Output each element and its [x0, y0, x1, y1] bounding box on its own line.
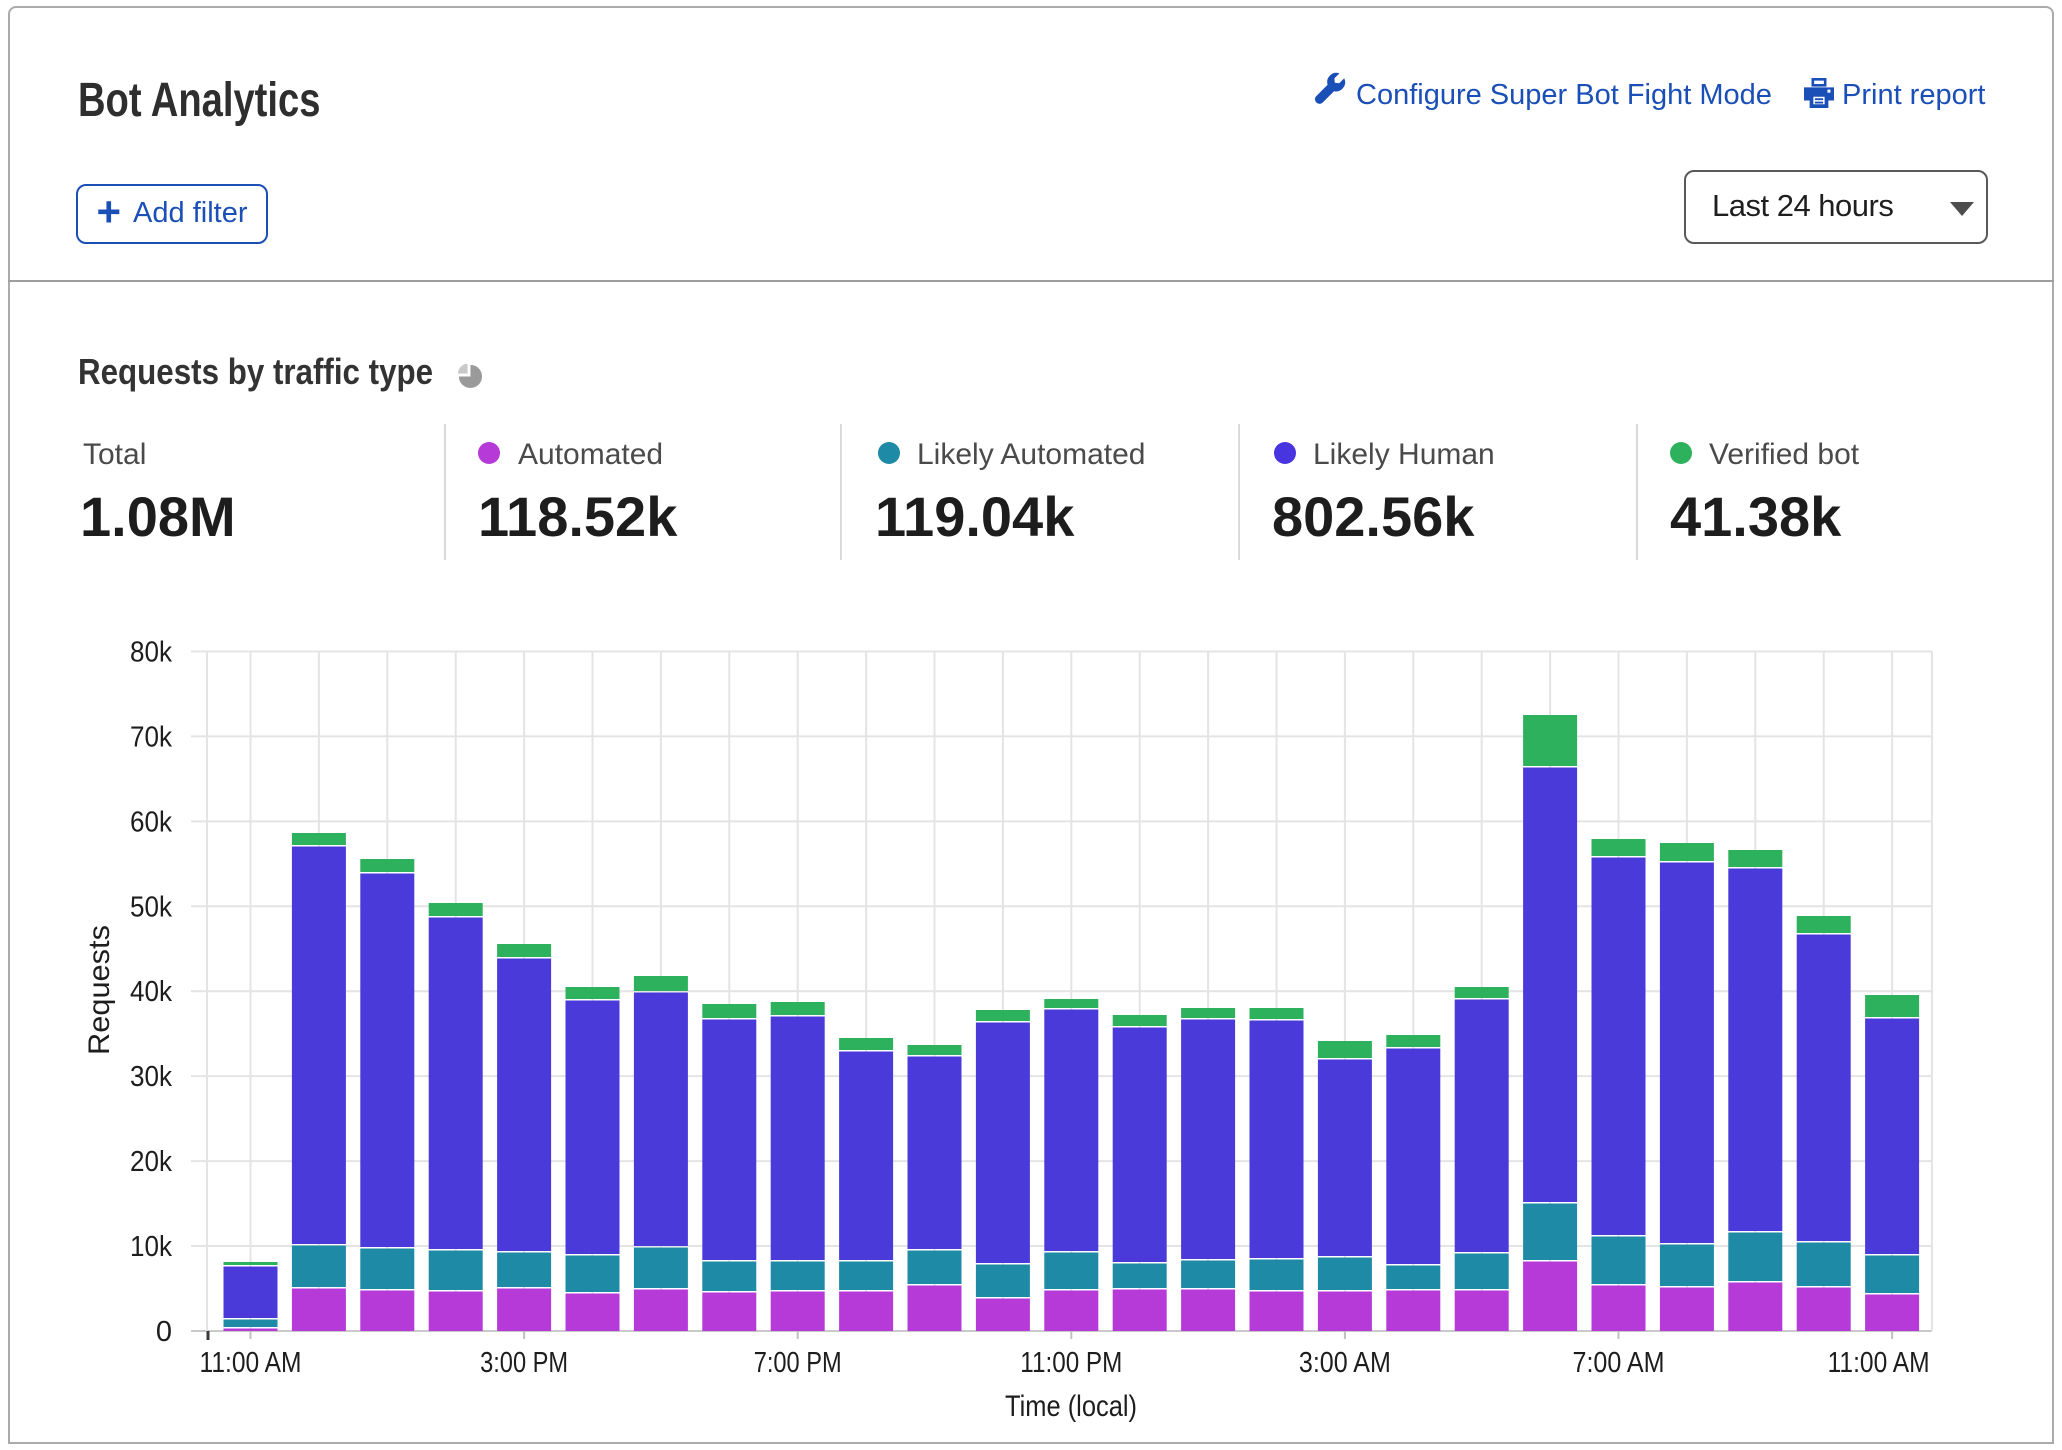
svg-text:20k: 20k	[130, 1146, 172, 1178]
svg-text:3:00 AM: 3:00 AM	[1299, 1347, 1391, 1379]
svg-text:40k: 40k	[130, 976, 172, 1008]
svg-text:7:00 AM: 7:00 AM	[1573, 1347, 1665, 1379]
svg-text:80k: 80k	[130, 636, 172, 668]
svg-text:30k: 30k	[130, 1061, 172, 1093]
svg-text:11:00 AM: 11:00 AM	[1828, 1347, 1930, 1379]
svg-text:11:00 AM: 11:00 AM	[200, 1347, 302, 1379]
svg-text:11:00 PM: 11:00 PM	[1020, 1347, 1122, 1379]
svg-text:60k: 60k	[130, 806, 172, 838]
svg-text:Requests: Requests	[83, 925, 116, 1055]
svg-text:7:00 PM: 7:00 PM	[754, 1347, 842, 1379]
svg-text:10k: 10k	[130, 1231, 172, 1263]
svg-text:70k: 70k	[130, 721, 172, 753]
svg-text:50k: 50k	[130, 891, 172, 923]
svg-text:0: 0	[156, 1316, 172, 1348]
svg-text:Time (local): Time (local)	[1005, 1390, 1137, 1423]
svg-text:3:00 PM: 3:00 PM	[480, 1347, 568, 1379]
